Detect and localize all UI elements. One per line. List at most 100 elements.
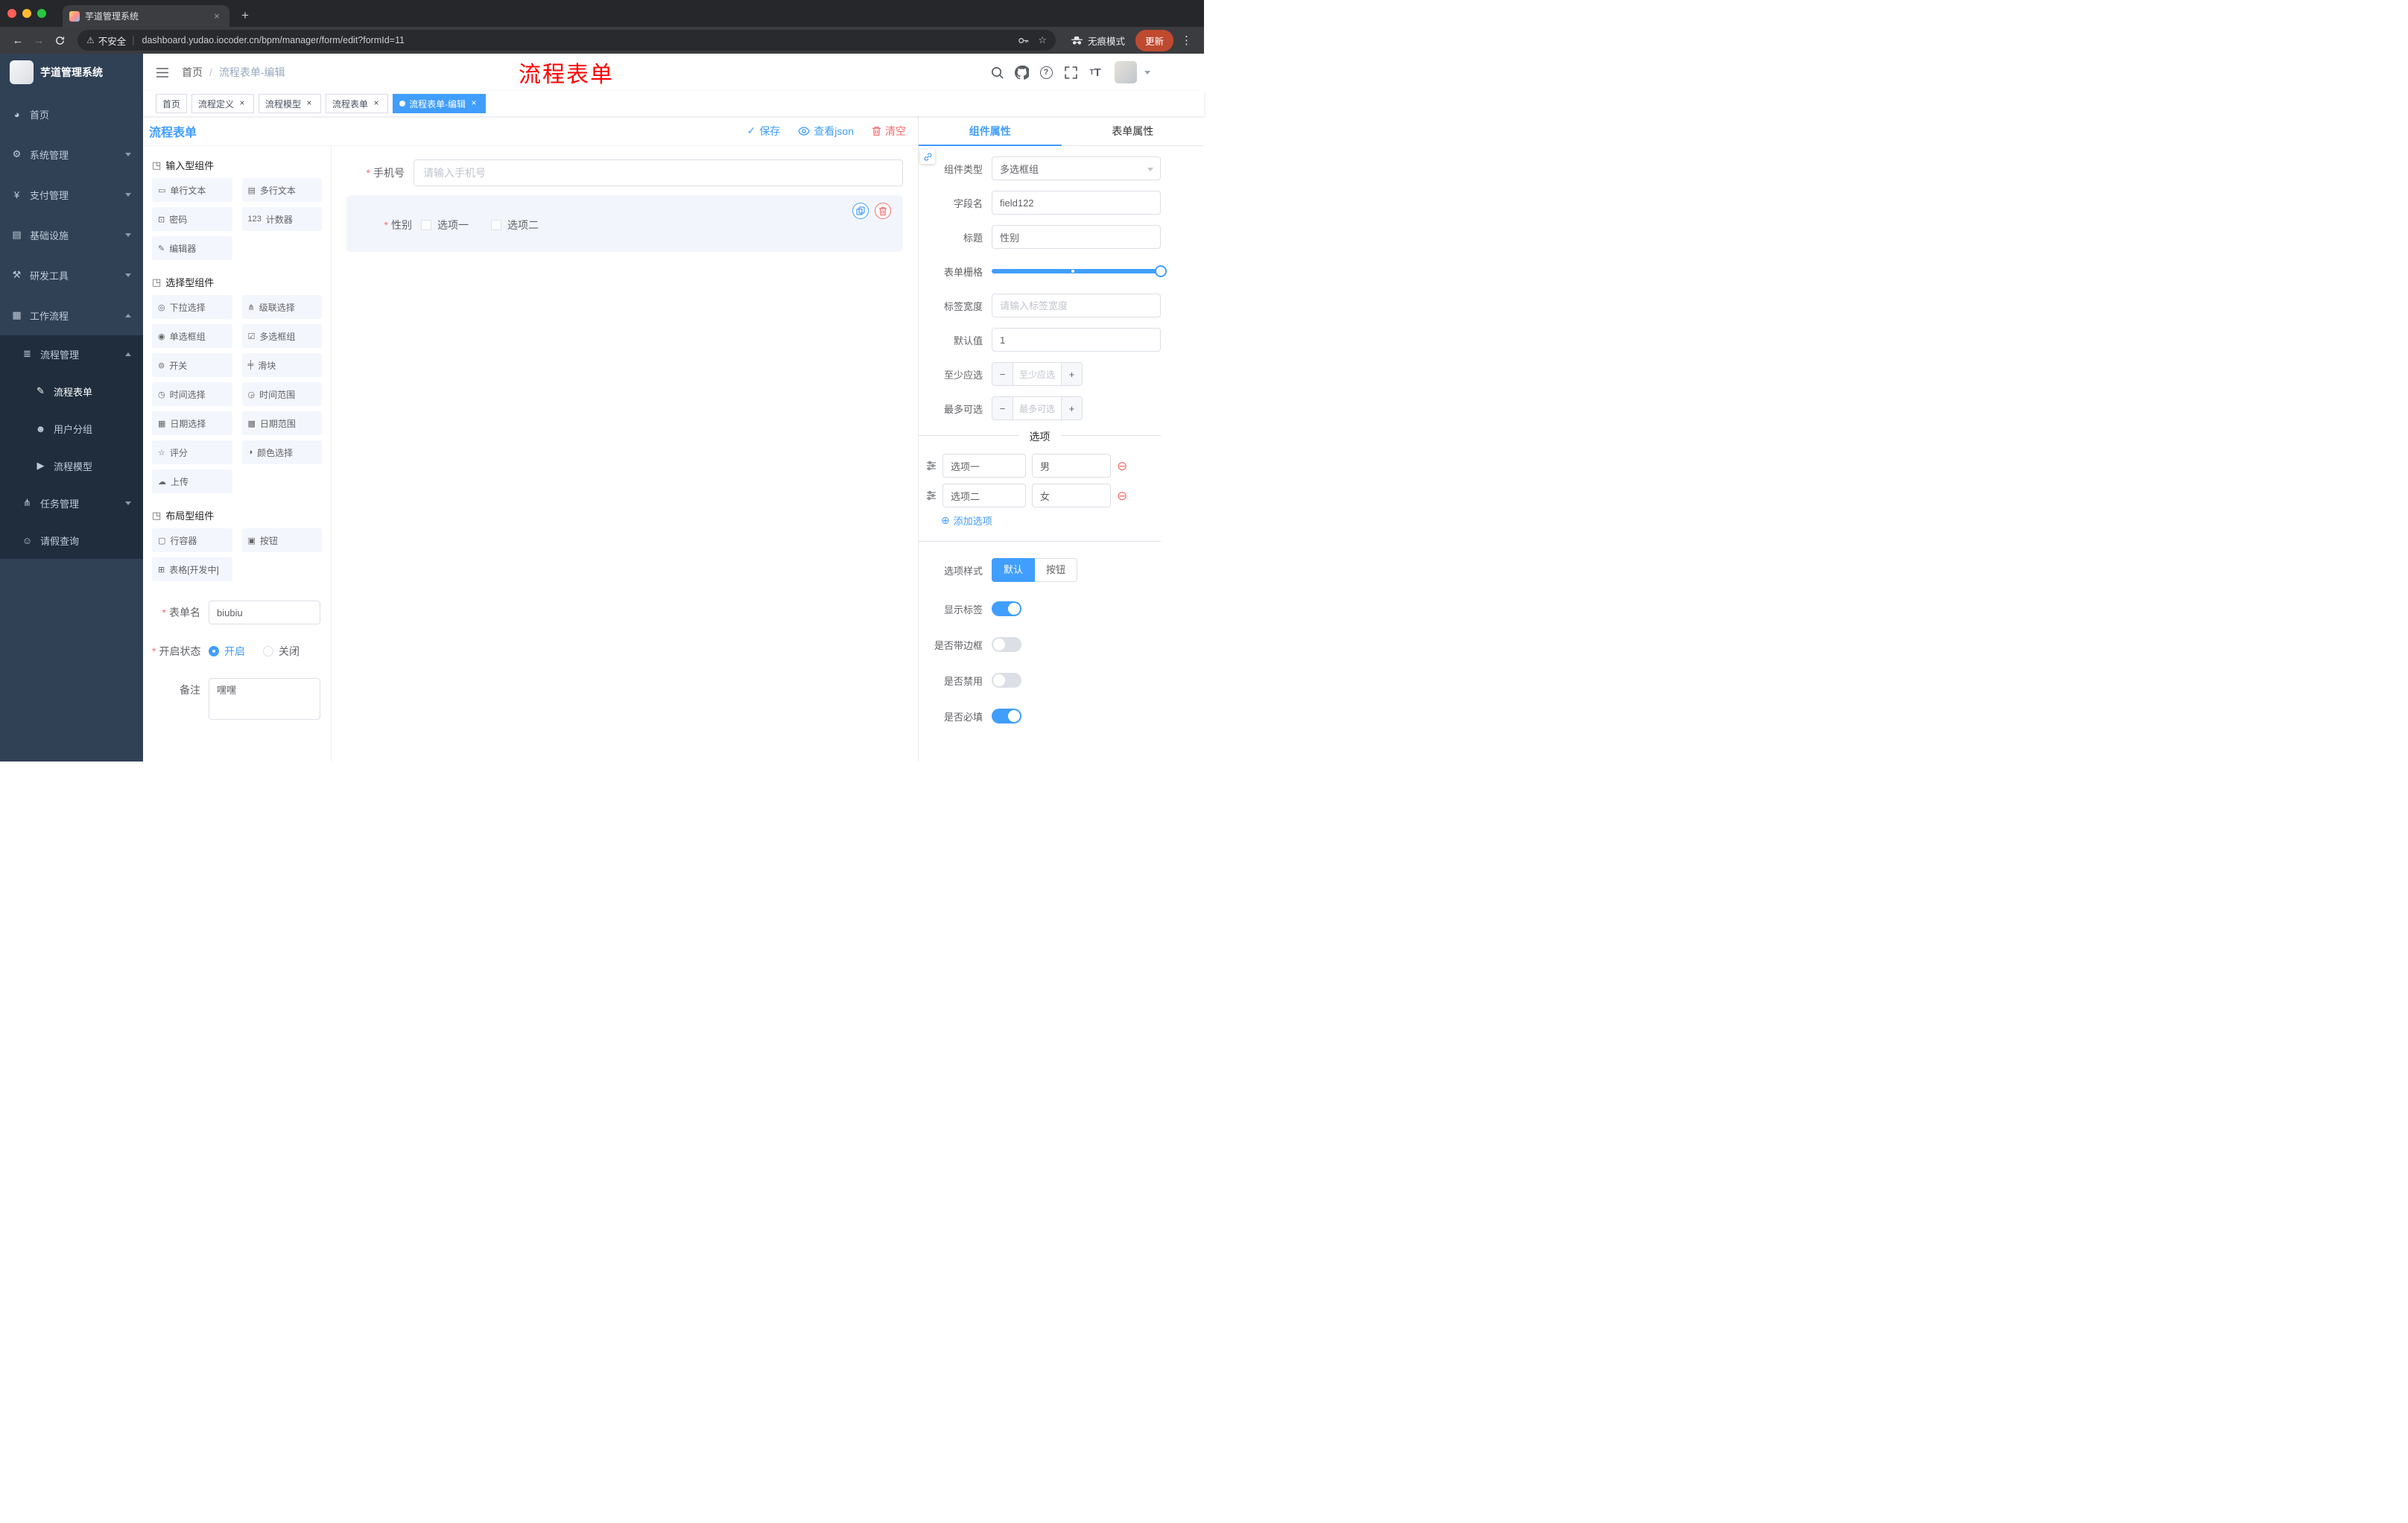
drag-handle-icon[interactable] (926, 460, 937, 471)
add-option-button[interactable]: ⊕ 添加选项 (941, 513, 1161, 528)
component-item[interactable]: ⊡ 密码 (152, 207, 232, 231)
decrease-button[interactable]: − (992, 363, 1013, 385)
window-minimize-button[interactable] (22, 9, 31, 18)
sidebar-item[interactable]: ◕ 首页 (0, 94, 143, 134)
form-name-input[interactable] (209, 601, 320, 624)
title-input[interactable] (992, 225, 1161, 249)
default-value-input[interactable] (992, 328, 1161, 352)
component-item[interactable]: ✎ 编辑器 (152, 236, 232, 260)
tab-tag[interactable]: 流程定义 × (191, 94, 255, 113)
component-item[interactable]: ▭ 单行文本 (152, 178, 232, 202)
copy-field-button[interactable] (852, 203, 869, 219)
component-item[interactable]: ◉ 单选框组 (152, 324, 232, 348)
phone-input[interactable] (414, 159, 903, 186)
checkbox-option[interactable]: 选项二 (491, 218, 539, 232)
remove-option-icon[interactable]: ⊖ (1117, 460, 1127, 472)
browser-menu-icon[interactable]: ⋮ (1176, 34, 1197, 47)
close-icon[interactable]: × (469, 98, 479, 109)
increase-button[interactable]: + (1061, 397, 1082, 419)
breadcrumb-home[interactable]: 首页 (182, 65, 203, 80)
search-icon[interactable] (987, 63, 1007, 82)
tab-form-props[interactable]: 表单属性 (1062, 116, 1205, 145)
component-item[interactable]: ◎ 下拉选择 (152, 295, 232, 319)
forward-button[interactable]: → (28, 30, 49, 51)
option-value-input[interactable] (1032, 454, 1111, 478)
delete-field-button[interactable] (875, 203, 891, 219)
clear-button[interactable]: 清空 (872, 124, 906, 139)
min-select-stepper[interactable]: − 至少应选 + (992, 362, 1083, 386)
back-button[interactable]: ← (7, 30, 28, 51)
tab-component-props[interactable]: 组件属性 (919, 116, 1062, 146)
sidebar-item[interactable]: ▦ 工作流程 (0, 295, 143, 335)
sidebar-item[interactable]: ⚙ 系统管理 (0, 134, 143, 174)
avatar-chevron-icon[interactable] (1144, 70, 1150, 75)
component-item[interactable]: ⊞ 表格[开发中] (152, 557, 232, 581)
checkbox-option[interactable]: 选项一 (421, 218, 469, 232)
option-label-input[interactable] (942, 484, 1026, 507)
field-name-input[interactable] (992, 191, 1161, 215)
status-on-radio[interactable]: 开启 (209, 639, 245, 663)
component-type-select[interactable]: 多选框组 (992, 156, 1161, 180)
label-width-input[interactable] (992, 294, 1161, 317)
slider-handle[interactable] (1155, 265, 1167, 277)
update-button[interactable]: 更新 (1135, 29, 1173, 51)
sidebar-item[interactable]: ¥ 支付管理 (0, 174, 143, 215)
component-item[interactable]: ◶ 时间范围 (241, 382, 322, 406)
help-icon[interactable]: ? (1036, 63, 1056, 82)
tab-tag[interactable]: 首页 × (156, 94, 188, 113)
form-grid-slider[interactable] (992, 259, 1167, 283)
show-label-switch[interactable] (992, 601, 1021, 616)
style-default-button[interactable]: 默认 (992, 558, 1036, 582)
star-icon[interactable]: ☆ (1038, 34, 1047, 46)
link-icon[interactable] (920, 149, 935, 164)
component-item[interactable]: ☆ 评分 (152, 440, 232, 464)
component-item[interactable]: ⊜ 开关 (152, 353, 232, 377)
component-item[interactable]: ▦ 日期选择 (152, 411, 232, 435)
component-item[interactable]: ▣ 按钮 (241, 528, 322, 552)
browser-tab[interactable]: 芋道管理系统 × (63, 5, 229, 27)
view-json-button[interactable]: 查看json (798, 124, 854, 139)
disabled-switch[interactable] (992, 673, 1021, 688)
tab-tag[interactable]: 流程模型 × (259, 94, 322, 113)
sidebar-item[interactable]: ☻ 用户分组 (0, 410, 143, 447)
component-item[interactable]: ▤ 多行文本 (241, 178, 322, 202)
new-tab-button[interactable]: + (237, 5, 253, 27)
save-button[interactable]: ✓ 保存 (747, 124, 781, 139)
component-item[interactable]: 123 计数器 (241, 207, 322, 231)
github-icon[interactable] (1012, 63, 1031, 82)
option-label-input[interactable] (942, 454, 1026, 478)
fullscreen-icon[interactable] (1061, 63, 1080, 82)
remove-option-icon[interactable]: ⊖ (1117, 490, 1127, 502)
sidebar-item[interactable]: ⋔ 任务管理 (0, 484, 143, 522)
component-item[interactable]: ☑ 多选框组 (241, 324, 322, 348)
sidebar-item[interactable]: ≣ 流程管理 (0, 335, 143, 373)
component-item[interactable]: ⋔ 级联选择 (241, 295, 322, 319)
form-field-gender[interactable]: 性别 选项一 (346, 195, 903, 252)
increase-button[interactable]: + (1061, 363, 1082, 385)
max-select-stepper[interactable]: − 最多可选 + (992, 396, 1083, 420)
close-icon[interactable]: × (371, 98, 381, 109)
required-switch[interactable] (992, 709, 1021, 723)
decrease-button[interactable]: − (992, 397, 1013, 419)
sidebar-item[interactable]: ▶ 流程模型 (0, 447, 143, 484)
component-item[interactable]: ◷ 时间选择 (152, 382, 232, 406)
drag-handle-icon[interactable] (926, 490, 937, 501)
reload-button[interactable] (49, 30, 70, 51)
component-item[interactable]: ▩ 日期范围 (241, 411, 322, 435)
address-bar[interactable]: ⚠ 不安全 | dashboard.yudao.iocoder.cn/bpm/m… (77, 30, 1056, 51)
key-icon[interactable] (1018, 35, 1029, 46)
sidebar-item[interactable]: ☺ 请假查询 (0, 522, 143, 559)
sidebar-toggle-icon[interactable] (149, 59, 176, 86)
with-border-switch[interactable] (992, 637, 1021, 652)
option-value-input[interactable] (1032, 484, 1111, 507)
remark-textarea[interactable]: 嘿嘿 (209, 678, 320, 720)
sidebar-item[interactable]: ⚒ 研发工具 (0, 255, 143, 295)
component-item[interactable]: ☁ 上传 (152, 469, 232, 493)
tab-tag[interactable]: 流程表单 × (326, 94, 389, 113)
close-icon[interactable]: × (304, 98, 314, 109)
font-size-icon[interactable]: TT (1086, 63, 1105, 82)
style-button-button[interactable]: 按钮 (1035, 558, 1078, 582)
sidebar-item[interactable]: ✎ 流程表单 (0, 373, 143, 410)
sidebar-item[interactable]: ▤ 基础设施 (0, 215, 143, 255)
window-close-button[interactable] (7, 9, 16, 18)
